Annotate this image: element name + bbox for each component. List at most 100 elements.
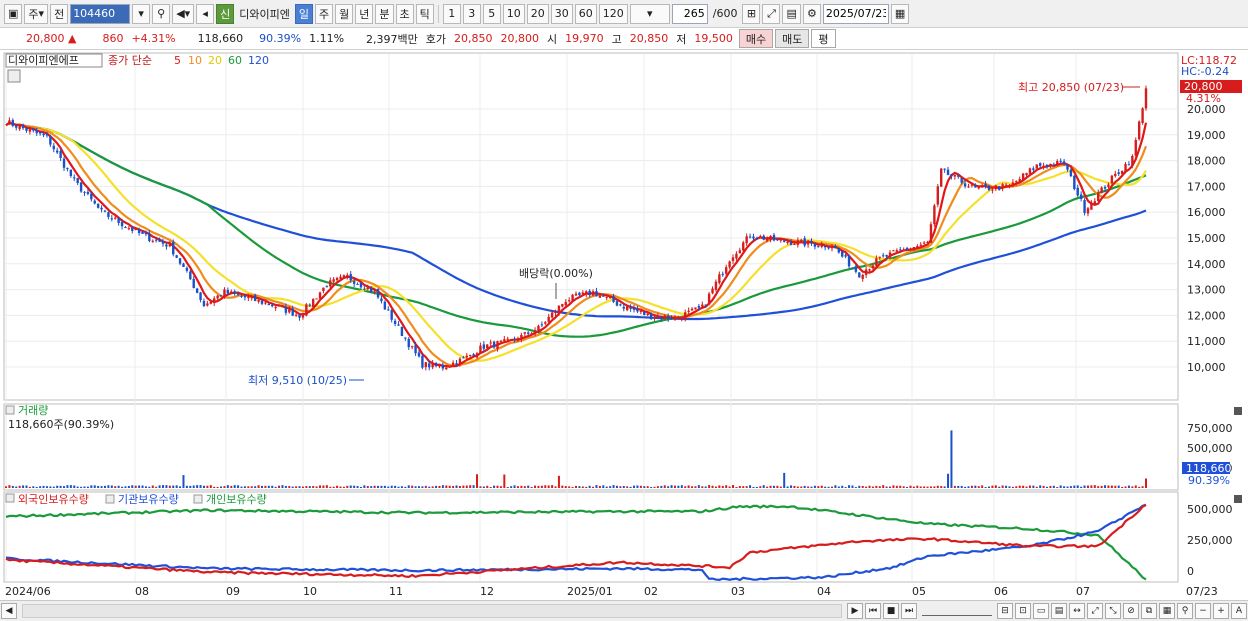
- price-value: 20,800: [26, 32, 65, 45]
- holdings-close-icon[interactable]: [1234, 495, 1242, 503]
- zoom-in-icon[interactable]: +: [1213, 603, 1229, 619]
- candle-body: [772, 234, 776, 241]
- window-icon[interactable]: ▣: [4, 3, 23, 24]
- tab-interval-minute[interactable]: 분: [375, 3, 394, 24]
- number-button[interactable]: 3: [462, 3, 481, 24]
- count-input[interactable]: [671, 3, 708, 24]
- chart-area[interactable]: 디와이피엔에프 종가 단순 5 10 20 60 120 최고 20,850 (…: [0, 51, 1248, 600]
- interval-dropdown[interactable]: ▾: [629, 3, 670, 24]
- candle-body: [902, 249, 905, 251]
- chart-settings-icon[interactable]: ⊞: [742, 3, 761, 24]
- number-button[interactable]: 60: [574, 3, 597, 24]
- prev-select[interactable]: 전: [50, 3, 69, 24]
- number-button[interactable]: 20: [526, 3, 549, 24]
- save-icon[interactable]: ▤: [782, 3, 801, 24]
- draw-line-icon[interactable]: ⤢: [1087, 603, 1103, 619]
- number-button[interactable]: 1: [442, 3, 461, 24]
- grid-toggle-icon[interactable]: [7, 69, 21, 83]
- candle-body: [1093, 201, 1097, 204]
- trade-amount: 2,397백만: [366, 32, 418, 46]
- candle-body: [905, 247, 909, 250]
- tab-interval-month[interactable]: 월: [335, 3, 354, 24]
- volume-bar: [557, 475, 560, 488]
- ma-period-120: 120: [248, 54, 269, 67]
- search-icon[interactable]: ⚲: [152, 3, 171, 24]
- print-icon[interactable]: ▦: [1159, 603, 1175, 619]
- draw-tool-icon[interactable]: ⤢: [762, 3, 781, 24]
- volume-bar: [90, 485, 93, 488]
- number-button[interactable]: 5: [482, 3, 501, 24]
- volume-bar: [1018, 485, 1021, 488]
- volume-bar: [981, 485, 984, 488]
- number-button[interactable]: 10: [502, 3, 525, 24]
- candle-body: [1076, 187, 1079, 196]
- draw-line-icon[interactable]: ⤡: [1105, 603, 1121, 619]
- zoom-slider[interactable]: [922, 606, 992, 616]
- buy-button[interactable]: 매수: [738, 29, 774, 48]
- volume-bar: [59, 485, 62, 488]
- code-dropdown-icon[interactable]: ▾: [132, 3, 151, 24]
- stock-chart[interactable]: 디와이피엔에프 종가 단순 5 10 20 60 120 최고 20,850 (…: [0, 51, 1248, 600]
- number-button[interactable]: 120: [598, 3, 628, 24]
- layout-icon[interactable]: ⊟: [997, 603, 1013, 619]
- candle-body: [680, 318, 684, 320]
- candle-body: [656, 316, 660, 318]
- volume-bar: [667, 486, 670, 488]
- candle-body: [748, 236, 752, 238]
- candle-body: [294, 314, 298, 316]
- candle-body: [895, 250, 899, 252]
- candle-body: [158, 239, 161, 242]
- crosshair-icon[interactable]: ↔: [1069, 603, 1085, 619]
- volume-bar: [906, 486, 909, 488]
- period-select[interactable]: 주 ▾: [24, 3, 49, 24]
- candle-body: [858, 272, 861, 278]
- volume-bar: [520, 485, 523, 488]
- avg-button[interactable]: 평: [811, 29, 836, 48]
- panel-toggle-icon[interactable]: [193, 494, 203, 504]
- scroll-left-icon[interactable]: ◀: [1, 603, 17, 619]
- volume-bar: [476, 474, 479, 488]
- volume-bar: [366, 486, 369, 488]
- stock-code-input[interactable]: [70, 3, 131, 24]
- candle-body: [100, 207, 103, 210]
- layout-icon[interactable]: ▭: [1033, 603, 1049, 619]
- layout-icon[interactable]: ▤: [1051, 603, 1067, 619]
- volume-close-icon[interactable]: [1234, 407, 1242, 415]
- gear-icon[interactable]: ⚙: [802, 3, 821, 24]
- volume-bar: [1005, 485, 1008, 488]
- tab-interval-day[interactable]: 일: [294, 3, 314, 24]
- candle-body: [929, 224, 933, 243]
- calendar-icon[interactable]: ▦: [890, 3, 910, 24]
- scrollbar[interactable]: [22, 604, 842, 618]
- number-button[interactable]: 30: [550, 3, 573, 24]
- candle-body: [585, 291, 588, 295]
- candle-body: [745, 236, 748, 244]
- candle-body: [342, 275, 346, 278]
- candle-body: [789, 242, 793, 245]
- panel-toggle-icon[interactable]: [5, 405, 15, 415]
- first-page-icon[interactable]: ⏮: [865, 603, 881, 619]
- last-page-icon[interactable]: ⏭: [901, 603, 917, 619]
- erase-icon[interactable]: ⊘: [1123, 603, 1139, 619]
- candle-body: [1079, 194, 1083, 200]
- scroll-right-icon[interactable]: ▶: [847, 603, 863, 619]
- candle-body: [728, 261, 731, 268]
- panel-toggle-icon[interactable]: [5, 493, 15, 503]
- zoom-out-icon[interactable]: −: [1195, 603, 1211, 619]
- stop-icon[interactable]: ■: [883, 603, 899, 619]
- sell-button[interactable]: 매도: [775, 29, 810, 48]
- tab-interval-year[interactable]: 년: [355, 3, 374, 24]
- candle-body: [55, 150, 59, 153]
- tab-interval-second[interactable]: 초: [395, 3, 414, 24]
- zoom-icon[interactable]: ⚲: [1177, 603, 1193, 619]
- copy-icon[interactable]: ⧉: [1141, 603, 1157, 619]
- panel-toggle-icon[interactable]: [105, 494, 115, 504]
- tab-interval-week[interactable]: 주: [315, 3, 334, 24]
- holdings-axis-label: 0: [1187, 565, 1194, 578]
- prev-stock-icon[interactable]: ◂: [196, 3, 215, 24]
- font-size-icon[interactable]: A: [1231, 603, 1247, 619]
- speaker-icon[interactable]: ◀▾: [172, 3, 195, 24]
- layout-icon[interactable]: ⊡: [1015, 603, 1031, 619]
- tab-interval-tick[interactable]: 틱: [415, 3, 434, 24]
- date-input[interactable]: [822, 3, 889, 24]
